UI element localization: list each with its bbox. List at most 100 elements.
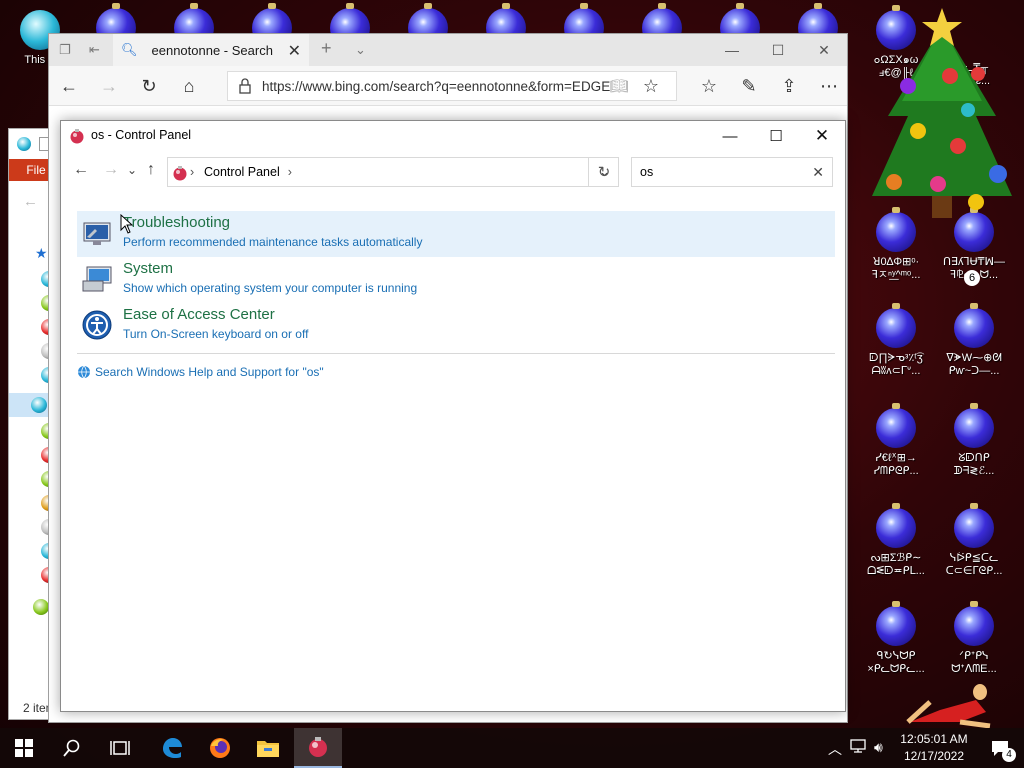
- action-center-button[interactable]: 4: [976, 728, 1024, 768]
- ease-of-access-icon: [82, 310, 112, 340]
- search-input[interactable]: os ✕: [631, 157, 833, 187]
- ornament-icon: [954, 303, 994, 348]
- mouse-cursor-icon: [120, 214, 134, 234]
- refresh-icon[interactable]: ↻: [137, 74, 161, 98]
- clock-time: 12:05:01 AM: [900, 732, 968, 746]
- desktop-icon-label: ᑭ̈ⱳ~ᑐ—...: [948, 365, 1000, 377]
- desktop-icon-label: ᐟᑭᐩᑭᓭ: [959, 650, 989, 662]
- breadcrumb-separator-icon[interactable]: ›: [288, 165, 292, 179]
- favorite-star-icon[interactable]: ☆: [639, 74, 663, 98]
- share-icon[interactable]: ⇪: [777, 74, 801, 98]
- breadcrumb-item[interactable]: Control Panel: [204, 165, 280, 179]
- edge-taskbar-button[interactable]: [148, 728, 196, 768]
- desktop-icon-label: ᑕ⊂∈ᒥᘓᑭ...: [945, 565, 1003, 577]
- desktop-icon-label: ᐁᗘW⁓⊕ᘛ: [946, 352, 1002, 364]
- edge-icon: [163, 738, 182, 758]
- help-globe-icon: [78, 365, 90, 379]
- minimize-icon[interactable]: —: [707, 121, 753, 151]
- edge-navigation-bar: ← → ↻ ⌂ https://www.bing.com/search?q=ee…: [49, 66, 847, 106]
- lock-icon: [238, 78, 252, 97]
- pen-icon[interactable]: ✎: [737, 74, 761, 98]
- breadcrumb-separator-icon[interactable]: ›: [190, 165, 194, 179]
- firefox-taskbar-button[interactable]: [196, 728, 244, 768]
- desktop-icon[interactable]: ᘜᗟᑎᑭ ᗫᖷ≷ℰ...: [938, 403, 1010, 478]
- desktop-icon-label: ᗟ∏ᗔᓀᵌ٪ᵗ͡ʒ: [869, 352, 923, 364]
- result-troubleshooting[interactable]: Troubleshooting Perform recommended main…: [77, 211, 835, 257]
- taskbar-clock[interactable]: 12:05:01 AM 12/17/2022: [898, 731, 970, 765]
- control-panel-taskbar-button[interactable]: [294, 728, 342, 768]
- desktop-icon[interactable]: ᑫ↻ᓭᗢᑭ ×ᑭᓚᗢᑭᓚ...: [860, 601, 932, 676]
- help-support-link[interactable]: Search Windows Help and Support for "os": [77, 363, 324, 381]
- up-arrow-icon[interactable]: ↑: [147, 161, 155, 179]
- result-subtitle[interactable]: Show which operating system your compute…: [123, 281, 417, 295]
- breadcrumb[interactable]: › Control Panel › ⌄: [167, 157, 619, 187]
- file-explorer-taskbar-button[interactable]: [244, 728, 292, 768]
- nav-item-icon[interactable]: [33, 599, 49, 615]
- forward-arrow-icon[interactable]: →: [103, 161, 119, 179]
- control-panel-window[interactable]: os - Control Panel — ☐ ✕ ← → ⌄ ↑ › Contr…: [60, 120, 846, 712]
- firefox-icon: [210, 738, 230, 758]
- recent-locations-chevron-icon[interactable]: ⌄: [127, 163, 137, 177]
- result-title[interactable]: System: [123, 260, 173, 277]
- folder-icon: [257, 741, 279, 757]
- desktop-badge-icon: 6: [964, 270, 980, 286]
- back-arrow-icon[interactable]: ←: [57, 74, 81, 98]
- close-icon[interactable]: ✕: [799, 121, 845, 151]
- refresh-icon[interactable]: ↻: [588, 157, 619, 187]
- result-title[interactable]: Troubleshooting: [123, 214, 230, 231]
- result-title[interactable]: Ease of Access Center: [123, 306, 275, 323]
- desktop-icon[interactable]: ᓭᐖᑭ≦ᑕᓚ ᑕ⊂∈ᒥᘓᑭ...: [938, 503, 1010, 578]
- back-arrow-icon[interactable]: ←: [23, 193, 38, 210]
- troubleshooting-icon: [83, 222, 111, 245]
- result-subtitle[interactable]: Perform recommended maintenance tasks au…: [123, 235, 422, 249]
- show-hidden-icons-chevron-icon[interactable]: ︿: [828, 739, 842, 759]
- maximize-icon[interactable]: ☐: [753, 121, 799, 151]
- desktop-icon-label: ᗢᐩᐱᗰE...: [951, 663, 997, 675]
- result-system[interactable]: System Show which operating system your …: [77, 257, 835, 303]
- desktop-icon-label: ꟻㅈⁿ͟ʸ^ᵐᵒ...: [871, 269, 921, 281]
- quick-access-star-icon[interactable]: ★: [35, 245, 48, 262]
- task-view-button[interactable]: [96, 728, 144, 768]
- task-view-icon: [110, 741, 130, 755]
- browser-tab[interactable]: 🔍︎ eennotonne - Search ✕: [113, 34, 309, 66]
- result-ease-of-access[interactable]: Ease of Access Center Turn On-Screen key…: [77, 303, 835, 349]
- clear-search-icon[interactable]: ✕: [812, 164, 824, 181]
- desktop-icon[interactable]: ᐟᑭᐩᑭᓭ ᗢᐩᐱᗰE...: [938, 601, 1010, 676]
- help-link-text[interactable]: Search Windows Help and Support for "os": [95, 365, 324, 379]
- reading-view-icon[interactable]: 📖︎: [607, 74, 631, 98]
- nav-item-icon[interactable]: [31, 397, 47, 413]
- favorites-icon[interactable]: ☆: [697, 74, 721, 98]
- desktop-icon-label: ᗫᖷ≷ℰ...: [953, 465, 995, 477]
- ornament-icon: [876, 303, 916, 348]
- ornament-icon: [876, 601, 916, 646]
- more-icon[interactable]: ⋯: [817, 74, 841, 98]
- desktop-icon[interactable]: ᗟ∏ᗔᓀᵌ٪ᵗ͡ʒ ᗩʬᴧ⊂ᒥᐡ...: [860, 303, 932, 378]
- divider: [77, 353, 835, 354]
- close-icon[interactable]: ✕: [801, 34, 847, 66]
- url-text: https://www.bing.com/search?q=eennotonne…: [262, 78, 611, 94]
- set-aside-tabs-icon[interactable]: ⇤: [89, 42, 100, 58]
- result-subtitle[interactable]: Turn On-Screen keyboard on or off: [123, 327, 308, 341]
- search-query: os: [640, 165, 654, 179]
- window-title: os - Control Panel: [91, 128, 192, 142]
- tab-actions-icon[interactable]: ❐: [59, 42, 71, 58]
- start-button[interactable]: [0, 728, 48, 768]
- close-tab-icon[interactable]: ✕: [288, 41, 301, 61]
- desktop-icon[interactable]: ᐁᗘW⁓⊕ᘛ ᑭ̈ⱳ~ᑐ—...: [938, 303, 1010, 378]
- search-button[interactable]: [48, 728, 96, 768]
- network-icon[interactable]: [850, 739, 866, 756]
- forward-arrow-icon[interactable]: →: [97, 74, 121, 98]
- home-icon[interactable]: ⌂: [177, 74, 201, 98]
- search-icon: [63, 739, 80, 757]
- maximize-icon[interactable]: ☐: [755, 34, 801, 66]
- taskbar: ︿ 🔊︎ 12:05:01 AM 12/17/2022 4: [0, 728, 1024, 768]
- explorer-app-icon: [17, 137, 31, 151]
- minimize-icon[interactable]: —: [709, 34, 755, 66]
- desktop-icon[interactable]: ᓰ€ℓᕽ⊞→ ᓰᗰᑭᘓᑭ...: [860, 403, 932, 478]
- desktop-icon[interactable]: ᔓ⊞Σℬᑭ∼ ᗝᓬᗟ≖ᑭᒪ...: [860, 503, 932, 578]
- desktop-icon-label: ᓰ€ℓᕽ⊞→: [875, 452, 917, 464]
- back-arrow-icon[interactable]: ←: [73, 161, 89, 179]
- tab-preview-chevron-icon[interactable]: ⌄: [355, 42, 366, 58]
- new-tab-icon[interactable]: +: [321, 38, 332, 59]
- volume-icon[interactable]: 🔊︎: [874, 739, 883, 756]
